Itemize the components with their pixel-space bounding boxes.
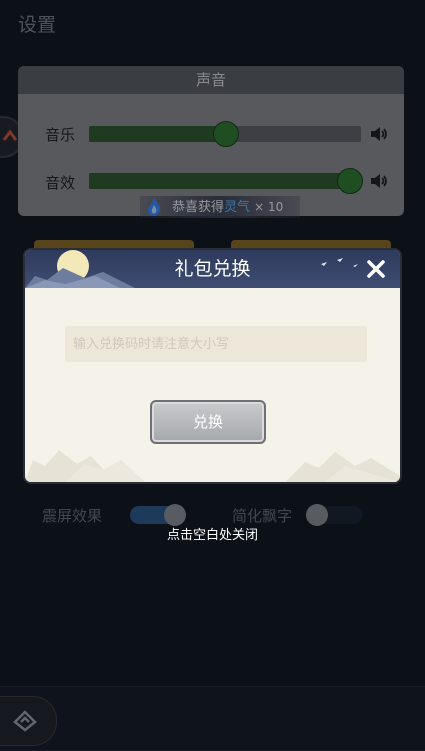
close-icon bbox=[367, 260, 385, 278]
close-hint: 点击空白处关闭 bbox=[166, 528, 258, 543]
dialog-header: 礼包兑换 bbox=[25, 250, 400, 288]
dialog-title: 礼包兑换 bbox=[174, 258, 251, 280]
gift-code-dialog: 礼包兑换 兑换 bbox=[25, 250, 400, 482]
redeem-button[interactable]: 兑换 bbox=[150, 400, 266, 444]
gift-code-input[interactable] bbox=[65, 326, 367, 362]
close-button[interactable] bbox=[359, 252, 393, 286]
